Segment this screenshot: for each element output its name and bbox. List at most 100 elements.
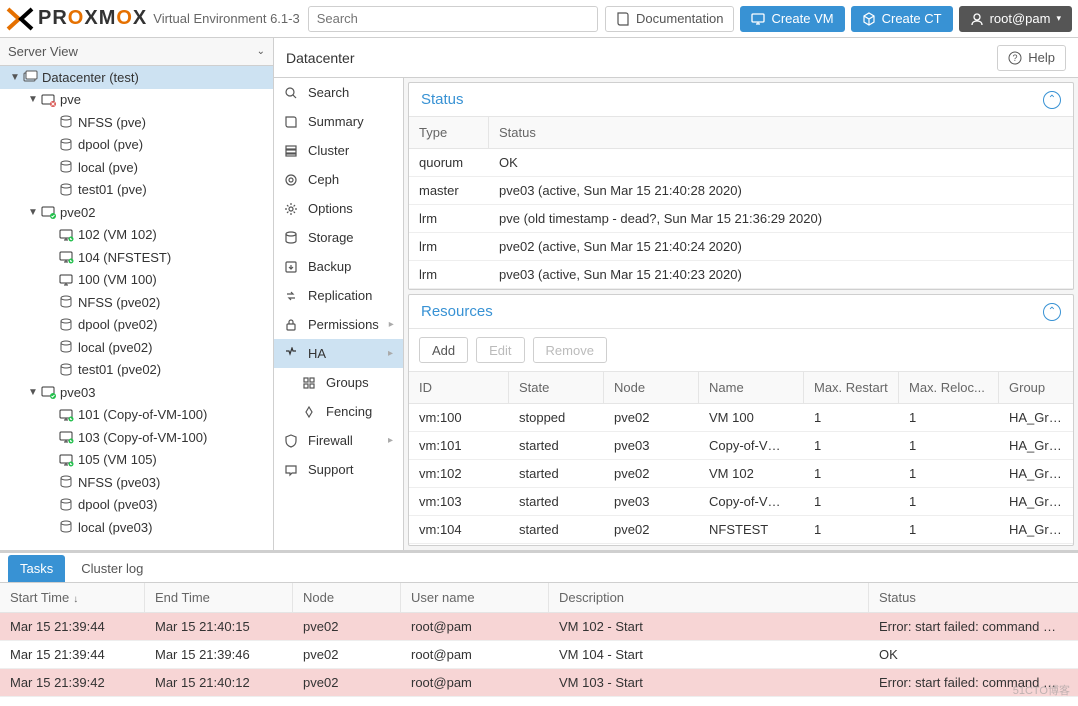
resource-row[interactable]: vm:105startedpve03VM 10511HA_Grou: [409, 544, 1073, 545]
fencing-icon: [302, 405, 316, 419]
user-menu-button[interactable]: root@pam ▾: [959, 6, 1072, 32]
vm-off-icon: [58, 273, 76, 287]
submenu-item-groups[interactable]: Groups: [274, 368, 403, 397]
resource-row[interactable]: vm:104startedpve02NFSTEST11HA_Grou: [409, 516, 1073, 544]
tree-node[interactable]: dpool (pve02): [0, 314, 273, 337]
groups-icon: [302, 376, 316, 390]
tree-node-label: local (pve02): [78, 340, 152, 355]
submenu-item-label: Ceph: [308, 172, 339, 187]
vm-on-icon: [58, 408, 76, 422]
tree-node[interactable]: dpool (pve03): [0, 494, 273, 517]
book-icon: [284, 115, 298, 129]
tree-node-label: 105 (VM 105): [78, 452, 157, 467]
submenu-item-cluster[interactable]: Cluster: [274, 136, 403, 165]
chevron-down-icon: ▾: [1056, 13, 1061, 24]
tab-cluster-log[interactable]: Cluster log: [69, 555, 155, 582]
vm-on-icon: [58, 453, 76, 467]
status-row[interactable]: quorumOK: [409, 149, 1073, 177]
tree-node-label: NFSS (pve): [78, 115, 146, 130]
chevron-right-icon: ▸: [388, 348, 393, 359]
submenu-item-label: Firewall: [308, 433, 353, 448]
search-icon: [284, 86, 298, 100]
tree-node[interactable]: ▼pve: [0, 89, 273, 112]
submenu-item-options[interactable]: Options: [274, 194, 403, 223]
tree-node[interactable]: 100 (VM 100): [0, 269, 273, 292]
tree-node[interactable]: ▼pve02: [0, 201, 273, 224]
status-row[interactable]: lrmpve02 (active, Sun Mar 15 21:40:24 20…: [409, 233, 1073, 261]
resource-row[interactable]: vm:103startedpve03Copy-of-V…11HA_Grou: [409, 488, 1073, 516]
resource-row[interactable]: vm:101startedpve03Copy-of-V…11HA_Grou: [409, 432, 1073, 460]
watermark: 51CTO博客: [1013, 682, 1070, 698]
ceph-icon: [284, 173, 298, 187]
task-row[interactable]: Mar 15 21:39:42Mar 15 21:40:12pve02root@…: [0, 669, 1078, 697]
tree-node[interactable]: ▼pve03: [0, 381, 273, 404]
view-selector[interactable]: Server View ⌄: [0, 38, 273, 66]
tree-node[interactable]: NFSS (pve03): [0, 471, 273, 494]
remove-button[interactable]: Remove: [533, 337, 607, 363]
page-title: Datacenter: [286, 50, 354, 66]
submenu-item-replication[interactable]: Replication: [274, 281, 403, 310]
tree-node-label: 100 (VM 100): [78, 272, 157, 287]
submenu-item-fencing[interactable]: Fencing: [274, 397, 403, 426]
submenu-item-label: Fencing: [326, 404, 372, 419]
tree-node[interactable]: local (pve): [0, 156, 273, 179]
submenu-item-storage[interactable]: Storage: [274, 223, 403, 252]
documentation-button[interactable]: Documentation: [605, 6, 734, 32]
status-row[interactable]: lrmpve (old timestamp - dead?, Sun Mar 1…: [409, 205, 1073, 233]
storage-icon: [58, 318, 76, 332]
tree-node[interactable]: 102 (VM 102): [0, 224, 273, 247]
chevron-down-icon: ⌄: [257, 46, 265, 57]
submenu-item-ha[interactable]: HA ▸: [274, 339, 403, 368]
node-up-icon: [40, 205, 58, 219]
tree-node[interactable]: dpool (pve): [0, 134, 273, 157]
status-panel: Status ⌃ Type Status quorumOKmasterpve03…: [408, 82, 1074, 290]
storage-icon: [58, 475, 76, 489]
edit-button[interactable]: Edit: [476, 337, 524, 363]
tree-node[interactable]: 101 (Copy-of-VM-100): [0, 404, 273, 427]
search-input[interactable]: [308, 6, 598, 32]
resource-row[interactable]: vm:100stoppedpve02VM 10011HA_Grou: [409, 404, 1073, 432]
submenu-item-backup[interactable]: Backup: [274, 252, 403, 281]
tree-node[interactable]: NFSS (pve): [0, 111, 273, 134]
tab-tasks[interactable]: Tasks: [8, 555, 65, 582]
submenu-item-label: Summary: [308, 114, 364, 129]
storage-icon: [284, 231, 298, 245]
submenu-item-label: Groups: [326, 375, 369, 390]
add-button[interactable]: Add: [419, 337, 468, 363]
task-row[interactable]: Mar 15 21:39:44Mar 15 21:39:46pve02root@…: [0, 641, 1078, 669]
tree-node[interactable]: 105 (VM 105): [0, 449, 273, 472]
submenu-item-permissions[interactable]: Permissions▸: [274, 310, 403, 339]
tree-node[interactable]: local (pve03): [0, 516, 273, 539]
submenu-item-label: HA: [308, 346, 326, 361]
panel-title: Resources: [421, 303, 493, 320]
tree-node-label: pve: [60, 92, 81, 107]
submenu-item-ceph[interactable]: Ceph: [274, 165, 403, 194]
submenu-item-support[interactable]: Support: [274, 455, 403, 484]
tree-node[interactable]: local (pve02): [0, 336, 273, 359]
collapse-icon[interactable]: ⌃: [1043, 91, 1061, 109]
status-row[interactable]: masterpve03 (active, Sun Mar 15 21:40:28…: [409, 177, 1073, 205]
tree-node[interactable]: NFSS (pve02): [0, 291, 273, 314]
book-icon: [616, 12, 630, 26]
create-vm-button[interactable]: Create VM: [740, 6, 844, 32]
submenu-item-summary[interactable]: Summary: [274, 107, 403, 136]
task-row[interactable]: Mar 15 21:39:44Mar 15 21:40:15pve02root@…: [0, 613, 1078, 641]
help-button[interactable]: ? Help: [997, 45, 1066, 71]
resource-row[interactable]: vm:102startedpve02VM 10211HA_Grou: [409, 460, 1073, 488]
main-content: Datacenter ? Help Search Summary Cluster Ce…: [274, 38, 1078, 550]
tree-node[interactable]: test01 (pve02): [0, 359, 273, 382]
submenu-item-search[interactable]: Search: [274, 78, 403, 107]
tree-node-label: Datacenter (test): [42, 70, 139, 85]
collapse-icon[interactable]: ⌃: [1043, 303, 1061, 321]
submenu-item-label: Replication: [308, 288, 372, 303]
resources-header-row: ID State Node Name Max. Restart Max. Rel…: [409, 372, 1073, 404]
tree-node[interactable]: ▼Datacenter (test): [0, 66, 273, 89]
tree-node-label: local (pve): [78, 160, 138, 175]
vm-on-icon: [58, 430, 76, 444]
status-row[interactable]: lrmpve03 (active, Sun Mar 15 21:40:23 20…: [409, 261, 1073, 289]
tree-node[interactable]: 103 (Copy-of-VM-100): [0, 426, 273, 449]
tree-node[interactable]: 104 (NFSTEST): [0, 246, 273, 269]
create-ct-button[interactable]: Create CT: [851, 6, 953, 32]
tree-node[interactable]: test01 (pve): [0, 179, 273, 202]
submenu-item-firewall[interactable]: Firewall▸: [274, 426, 403, 455]
